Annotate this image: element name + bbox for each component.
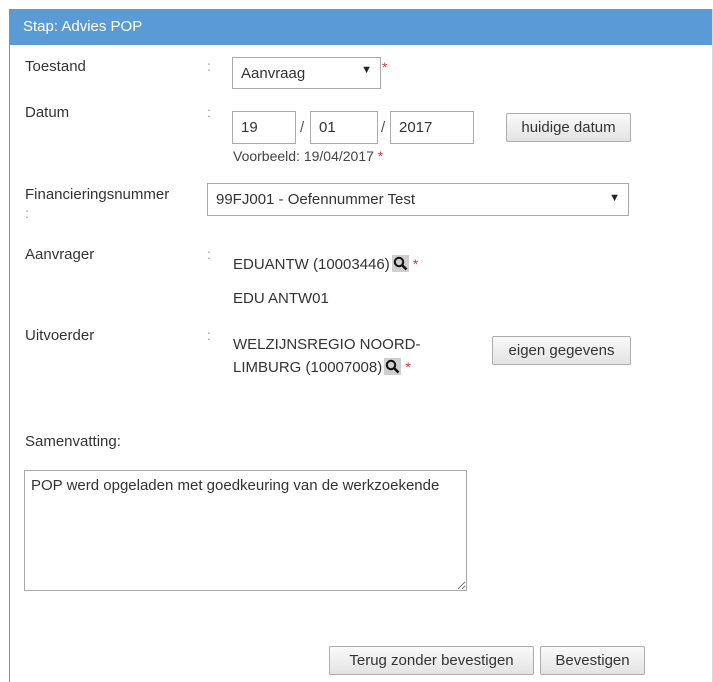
- toestand-required-marker: *: [382, 59, 388, 75]
- toestand-select[interactable]: Aanvraag ▼: [232, 57, 381, 89]
- huidige-datum-button[interactable]: huidige datum: [506, 113, 631, 142]
- datum-label: Datum: [25, 104, 70, 121]
- terug-zonder-bevestigen-button[interactable]: Terug zonder bevestigen: [329, 646, 534, 675]
- datum-colon: :: [207, 104, 211, 120]
- uitvoerder-value-line2: LIMBURG (10007008): [233, 359, 383, 376]
- panel-header: Stap: Advies POP: [10, 9, 712, 45]
- toestand-selected-value: Aanvraag: [241, 65, 306, 82]
- financieringsnummer-label: Financieringsnummer: [25, 186, 170, 203]
- aanvrager-colon: :: [207, 246, 211, 262]
- datum-separator: /: [381, 119, 386, 136]
- uitvoerder-value-line1: WELZIJNSREGIO NOORD-: [233, 336, 421, 353]
- toestand-colon: :: [207, 58, 211, 74]
- toestand-label: Toestand: [25, 58, 86, 75]
- aanvrager-value: EDUANTW (10003446) *: [233, 255, 418, 273]
- financieringsnummer-colon: :: [25, 205, 29, 221]
- uitvoerder-colon: :: [207, 327, 211, 343]
- datum-example: Voorbeeld: 19/04/2017 *: [233, 148, 383, 164]
- datum-month-input[interactable]: 01: [310, 111, 378, 144]
- datum-separator: /: [300, 119, 305, 136]
- aanvrager-code: EDUANTW (10003446): [233, 256, 390, 273]
- dropdown-arrow-icon: ▼: [609, 192, 620, 204]
- magnifier-icon[interactable]: [391, 255, 409, 272]
- financieringsnummer-select[interactable]: 99FJ001 - Oefennummer Test ▼: [207, 183, 629, 216]
- uitvoerder-label: Uitvoerder: [25, 327, 95, 344]
- uitvoerder-required-marker: *: [405, 359, 411, 375]
- aanvrager-name: EDU ANTW01: [233, 290, 329, 307]
- samenvatting-label: Samenvatting:: [25, 433, 121, 450]
- panel-title: Stap: Advies POP: [23, 18, 143, 35]
- datum-day-input[interactable]: 19: [232, 111, 296, 144]
- samenvatting-textarea[interactable]: POP werd opgeladen met goedkeuring van d…: [24, 470, 467, 591]
- datum-required-marker: *: [377, 148, 384, 164]
- datum-year-input[interactable]: 2017: [390, 111, 474, 144]
- uitvoerder-value: LIMBURG (10007008) *: [233, 358, 411, 376]
- bevestigen-button[interactable]: Bevestigen: [540, 646, 645, 675]
- datum-example-text: Voorbeeld: 19/04/2017: [233, 148, 374, 164]
- eigen-gegevens-button[interactable]: eigen gegevens: [492, 336, 631, 365]
- financieringsnummer-selected-value: 99FJ001 - Oefennummer Test: [216, 191, 415, 208]
- aanvrager-required-marker: *: [412, 256, 419, 272]
- magnifier-icon[interactable]: [384, 358, 402, 375]
- dropdown-arrow-icon: ▼: [361, 64, 372, 76]
- aanvrager-label: Aanvrager: [25, 246, 95, 263]
